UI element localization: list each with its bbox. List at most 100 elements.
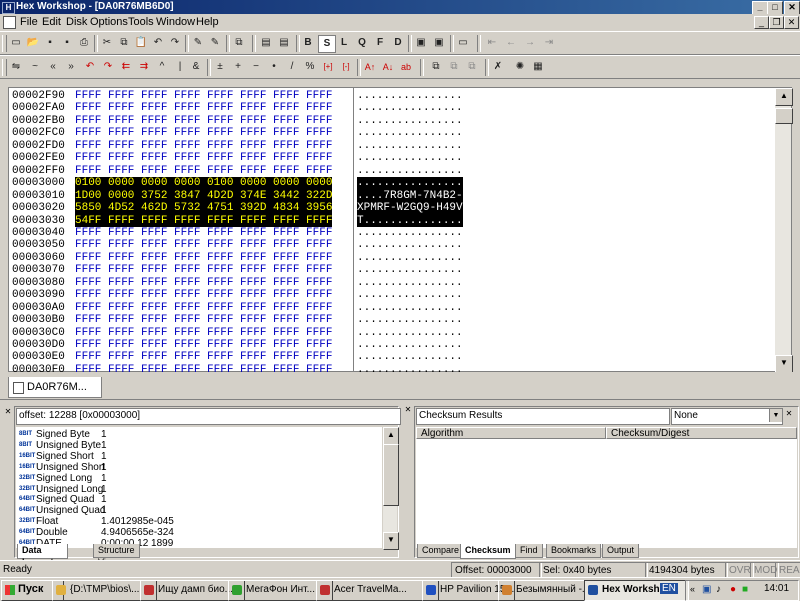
add-icon[interactable]: +	[230, 59, 246, 75]
inspector-row[interactable]: 64BIT DATE 0:00:00 12 1899	[16, 538, 376, 548]
antivirus-icon[interactable]: ●	[730, 584, 736, 595]
inspector-row[interactable]: 32BIT Float 1.4012985e-045	[16, 516, 376, 527]
nav-back-icon[interactable]: ←	[503, 35, 519, 51]
di-scroll-up-icon[interactable]: ▲	[383, 427, 399, 445]
word-view-icon[interactable]: ▤	[276, 35, 292, 51]
find-icon[interactable]: ✎	[190, 35, 206, 51]
modulus-icon[interactable]: %	[302, 59, 318, 75]
document-system-menu-icon[interactable]	[3, 16, 16, 29]
inspector-row[interactable]: 16BIT Unsigned Short 1	[16, 462, 376, 473]
hex-ascii[interactable]: ................	[357, 314, 463, 327]
hex-workshop-app-icon[interactable]: H	[2, 2, 15, 14]
column-algorithm[interactable]: Algorithm	[416, 427, 606, 439]
checksum-close-icon[interactable]: ✕	[785, 410, 793, 418]
panel-close-2-icon[interactable]: ✕	[404, 406, 412, 414]
hex-bytes[interactable]: FFFF FFFF FFFF FFFF FFFF FFFF FFFF FFFF	[75, 264, 332, 277]
hex-bytes[interactable]: FFFF FFFF FFFF FFFF FFFF FFFF FFFF FFFF	[75, 227, 332, 240]
taskbar-button[interactable]: Acer TravelMa...	[316, 580, 439, 601]
paste-icon[interactable]: 📋	[133, 35, 149, 51]
tab-data-inspector[interactable]: Data Inspector	[17, 544, 68, 567]
format-byte-button[interactable]: B	[300, 35, 316, 51]
hex-ascii[interactable]: ................	[357, 339, 463, 352]
volume-icon[interactable]: ♪	[716, 584, 721, 595]
hex-bytes[interactable]: FFFF FFFF FFFF FFFF FFFF FFFF FFFF FFFF	[75, 351, 332, 364]
hex-ascii[interactable]: ................	[357, 252, 463, 265]
chevron-down-icon[interactable]: ▼	[769, 409, 782, 422]
tab-checksum[interactable]: Checksum	[460, 544, 516, 559]
hex-bytes[interactable]: FFFF FFFF FFFF FFFF FFFF FFFF FFFF FFFF	[75, 239, 332, 252]
redo-icon[interactable]: ↷	[167, 35, 183, 51]
scroll-down-icon[interactable]: ▼	[775, 355, 793, 373]
inspector-row[interactable]: 32BIT Unsigned Long 1	[16, 484, 376, 495]
column-checksum-digest[interactable]: Checksum/Digest	[606, 427, 797, 439]
print-icon[interactable]: ⎙	[76, 35, 92, 51]
hex-ascii[interactable]: ................	[357, 327, 463, 340]
hex-bytes[interactable]: FFFF FFFF FFFF FFFF FFFF FFFF FFFF FFFF	[75, 314, 332, 327]
uppercase-icon[interactable]: A↑	[362, 59, 378, 75]
hex-bytes[interactable]: FFFF FFFF FFFF FFFF FFFF FFFF FFFF FFFF	[75, 152, 332, 165]
settings-gear-icon[interactable]: ✺	[512, 59, 528, 75]
hex-editor[interactable]: 00002F90 FFFF FFFF FFFF FFFF FFFF FFFF FF…	[8, 87, 793, 376]
nav-last-icon[interactable]: ⇥	[541, 35, 557, 51]
hex-row[interactable]: 00003020 5850 4D52 462D 5732 4751 392D 48…	[9, 202, 769, 215]
title-bar[interactable]: H Hex Workshop - [DA0R76MB6D0] _ □ ✕	[0, 0, 800, 15]
hex-bytes[interactable]: 1D00 0000 3752 3847 4D2D 374E 3442 322D	[75, 189, 333, 203]
cut-icon[interactable]: ✂	[99, 35, 115, 51]
hex-ascii[interactable]: ................	[357, 102, 463, 115]
hex-row[interactable]: 000030D0 FFFF FFFF FFFF FFFF FFFF FFFF FF…	[9, 339, 769, 352]
nav-forward-icon[interactable]: →	[522, 35, 538, 51]
hex-row[interactable]: 000030E0 FFFF FFFF FFFF FFFF FFFF FFFF FF…	[9, 351, 769, 364]
window-layout-icon[interactable]: ▭	[455, 35, 471, 51]
inspector-row[interactable]: 64BIT Unsigned Quad 1	[16, 505, 376, 516]
hex-ascii[interactable]: ................	[357, 302, 463, 315]
subtract-icon[interactable]: −	[248, 59, 264, 75]
calculator-icon[interactable]: ▦	[530, 59, 546, 75]
doc-restore-button[interactable]: ❐	[769, 16, 784, 29]
inspector-row[interactable]: 16BIT Signed Short 1	[16, 451, 376, 462]
toolbar-grip[interactable]	[2, 35, 7, 52]
invert-case-icon[interactable]: ab	[398, 59, 414, 75]
di-scroll-down-icon[interactable]: ▼	[383, 532, 399, 550]
hex-row[interactable]: 00002FE0 FFFF FFFF FFFF FFFF FFFF FFFF FF…	[9, 152, 769, 165]
compare-next-icon[interactable]: ⧉	[464, 59, 480, 75]
hex-row[interactable]: 00002FA0 FFFF FFFF FFFF FFFF FFFF FFFF FF…	[9, 102, 769, 115]
change-sign-icon[interactable]: ±	[212, 59, 228, 75]
lowercase-icon[interactable]: A↓	[380, 59, 396, 75]
tab-find[interactable]: Find	[515, 544, 543, 558]
hex-row[interactable]: 00003070 FFFF FFFF FFFF FFFF FFFF FFFF FF…	[9, 264, 769, 277]
hex-bytes[interactable]: FFFF FFFF FFFF FFFF FFFF FFFF FFFF FFFF	[75, 252, 332, 265]
menu-disk[interactable]: Disk	[66, 14, 87, 30]
hex-bytes[interactable]: FFFF FFFF FFFF FFFF FFFF FFFF FFFF FFFF	[75, 140, 332, 153]
checksum-results-list[interactable]: Algorithm Checksum/Digest	[416, 427, 797, 548]
hex-ascii[interactable]: ................	[357, 127, 463, 140]
find-next-icon[interactable]: ✎	[207, 35, 223, 51]
format-long-button[interactable]: L	[336, 35, 352, 51]
tab-output[interactable]: Output	[602, 544, 640, 558]
hex-ascii[interactable]: ................	[357, 115, 463, 128]
hex-row[interactable]: 000030A0 FFFF FFFF FFFF FFFF FFFF FFFF FF…	[9, 302, 769, 315]
shift-left-icon[interactable]: «	[45, 59, 61, 75]
hex-ascii[interactable]: T...............	[357, 214, 463, 227]
scroll-up-icon[interactable]: ▲	[775, 88, 793, 106]
menu-help[interactable]: Help	[196, 14, 219, 30]
rotate-left-icon[interactable]: ↶	[82, 59, 98, 75]
hex-row[interactable]: 00003000 0100 0000 0000 0000 0100 0000 00…	[9, 177, 769, 190]
hex-ascii[interactable]: ................	[357, 140, 463, 153]
hex-bytes[interactable]: FFFF FFFF FFFF FFFF FFFF FFFF FFFF FFFF	[75, 327, 332, 340]
save-all-icon[interactable]: ▪	[59, 35, 75, 51]
document-tab[interactable]: DA0R76M...	[8, 377, 102, 398]
hex-row[interactable]: 00002FB0 FFFF FFFF FFFF FFFF FFFF FFFF FF…	[9, 115, 769, 128]
block-shift-right-icon[interactable]: ⇉	[136, 59, 152, 75]
hex-ascii[interactable]: XPMRF-W2GQ9-H49V	[357, 202, 463, 215]
menu-options[interactable]: Options	[90, 14, 128, 30]
hex-ascii[interactable]: ................	[357, 264, 463, 277]
hex-ascii[interactable]: ................	[357, 351, 463, 364]
tools-icon[interactable]: ✗	[490, 59, 506, 75]
panel-close-icon[interactable]: ✕	[4, 408, 12, 416]
tray-app-icon[interactable]: ■	[742, 584, 748, 595]
toolbar-grip-2[interactable]	[2, 59, 7, 76]
shift-right-icon[interactable]: »	[63, 59, 79, 75]
goto-icon[interactable]: ⧉	[231, 35, 247, 51]
hex-bytes[interactable]: FFFF FFFF FFFF FFFF FFFF FFFF FFFF FFFF	[75, 277, 332, 290]
hex-row[interactable]: 000030B0 FFFF FFFF FFFF FFFF FFFF FFFF FF…	[9, 314, 769, 327]
